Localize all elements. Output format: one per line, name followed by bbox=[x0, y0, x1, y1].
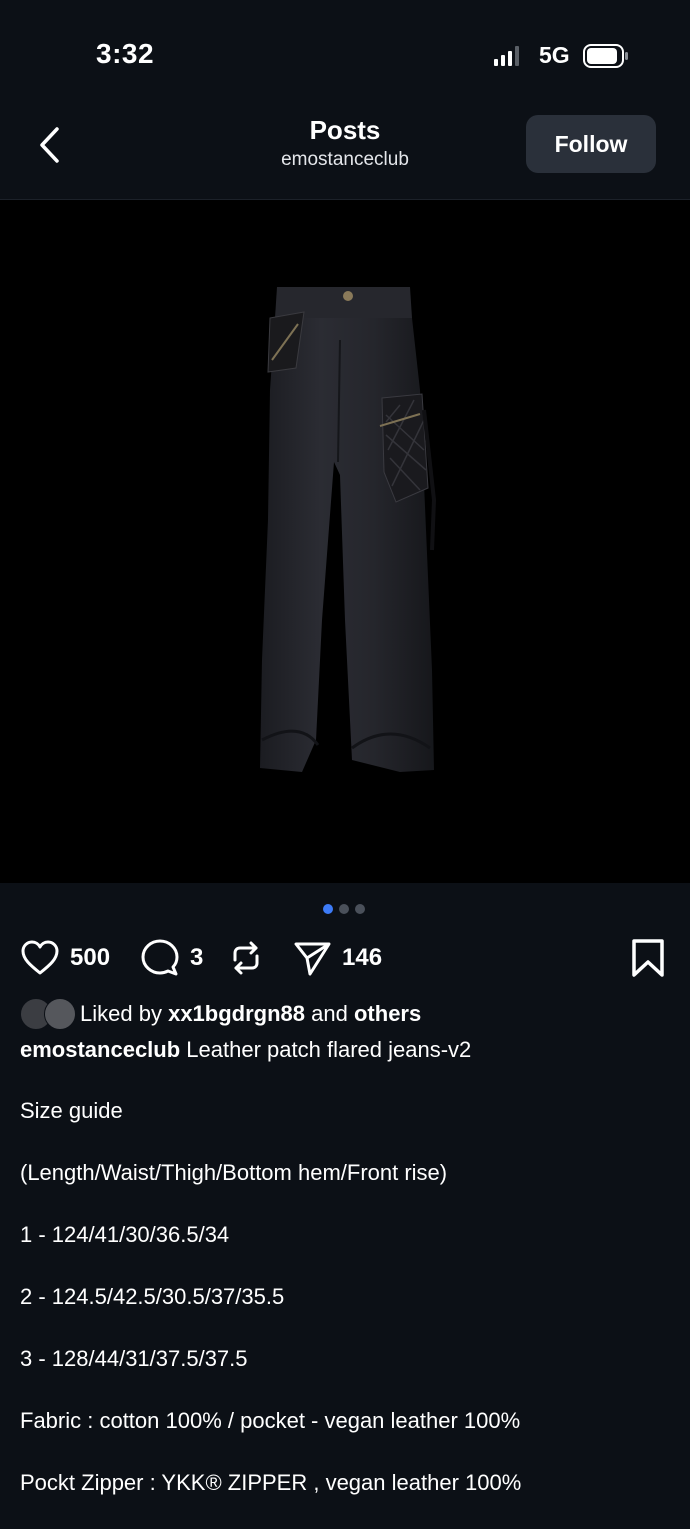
jeans-photo bbox=[260, 287, 437, 772]
post-image[interactable] bbox=[0, 200, 690, 883]
liked-by-prefix: Liked by bbox=[80, 1001, 162, 1026]
liked-by-user[interactable]: xx1bgdrgn88 bbox=[168, 1001, 305, 1027]
repost-button[interactable] bbox=[226, 930, 266, 986]
carousel-dot bbox=[355, 904, 365, 914]
comment-bubble-icon bbox=[141, 939, 179, 976]
carousel-dot bbox=[339, 904, 349, 914]
caption-username[interactable]: emostanceclub bbox=[20, 1037, 180, 1062]
liked-by-others[interactable]: others bbox=[354, 1001, 421, 1027]
post-caption: emostanceclub Leather patch flared jeans… bbox=[20, 1034, 670, 1065]
caption-line: 2 - 124.5/42.5/30.5/37/35.5 bbox=[20, 1284, 285, 1309]
repost-icon bbox=[233, 941, 259, 975]
carousel-dot bbox=[323, 904, 333, 914]
like-count: 500 bbox=[70, 944, 111, 971]
liked-by-avatars bbox=[20, 998, 76, 1030]
like-button[interactable]: 500 bbox=[20, 930, 110, 986]
comment-button[interactable]: 3 bbox=[140, 930, 203, 986]
action-bar: 500 3 146 bbox=[0, 930, 690, 986]
bookmark-icon[interactable] bbox=[630, 938, 666, 978]
nav-header: Posts emostanceclub Follow bbox=[0, 100, 690, 200]
heart-icon bbox=[21, 940, 59, 975]
status-time: 3:32 bbox=[96, 38, 155, 69]
caption-line: Pockt Zipper : YKK® ZIPPER , vegan leath… bbox=[20, 1470, 522, 1495]
caption-line: (Length/Waist/Thigh/Bottom hem/Front ris… bbox=[20, 1160, 448, 1185]
caption-line: Fabric : cotton 100% / pocket - vegan le… bbox=[20, 1408, 521, 1433]
status-bar: 3:32 5G bbox=[0, 0, 690, 100]
share-count: 146 bbox=[342, 944, 383, 971]
carousel-pagination bbox=[323, 904, 365, 916]
follow-button[interactable]: Follow bbox=[526, 115, 656, 173]
liked-by-joiner: and bbox=[311, 1001, 348, 1026]
signal-icon bbox=[494, 46, 519, 66]
caption-text: Leather patch flared jeans-v2 bbox=[186, 1037, 472, 1062]
liked-by-row[interactable]: Liked by xx1bgdrgn88 and others bbox=[20, 996, 421, 1032]
network-type: 5G bbox=[539, 42, 570, 68]
avatar bbox=[44, 998, 76, 1030]
caption-line: 3 - 128/44/31/37.5/37.5 bbox=[20, 1346, 248, 1371]
caption-line: 1 - 124/41/30/36.5/34 bbox=[20, 1222, 230, 1247]
caption-body: Size guide (Length/Waist/Thigh/Bottom he… bbox=[20, 1095, 680, 1529]
send-icon bbox=[294, 942, 331, 976]
caption-line: Size guide bbox=[20, 1098, 123, 1123]
battery-icon bbox=[583, 44, 628, 68]
comment-count: 3 bbox=[190, 944, 204, 971]
share-button[interactable]: 146 bbox=[292, 930, 382, 986]
